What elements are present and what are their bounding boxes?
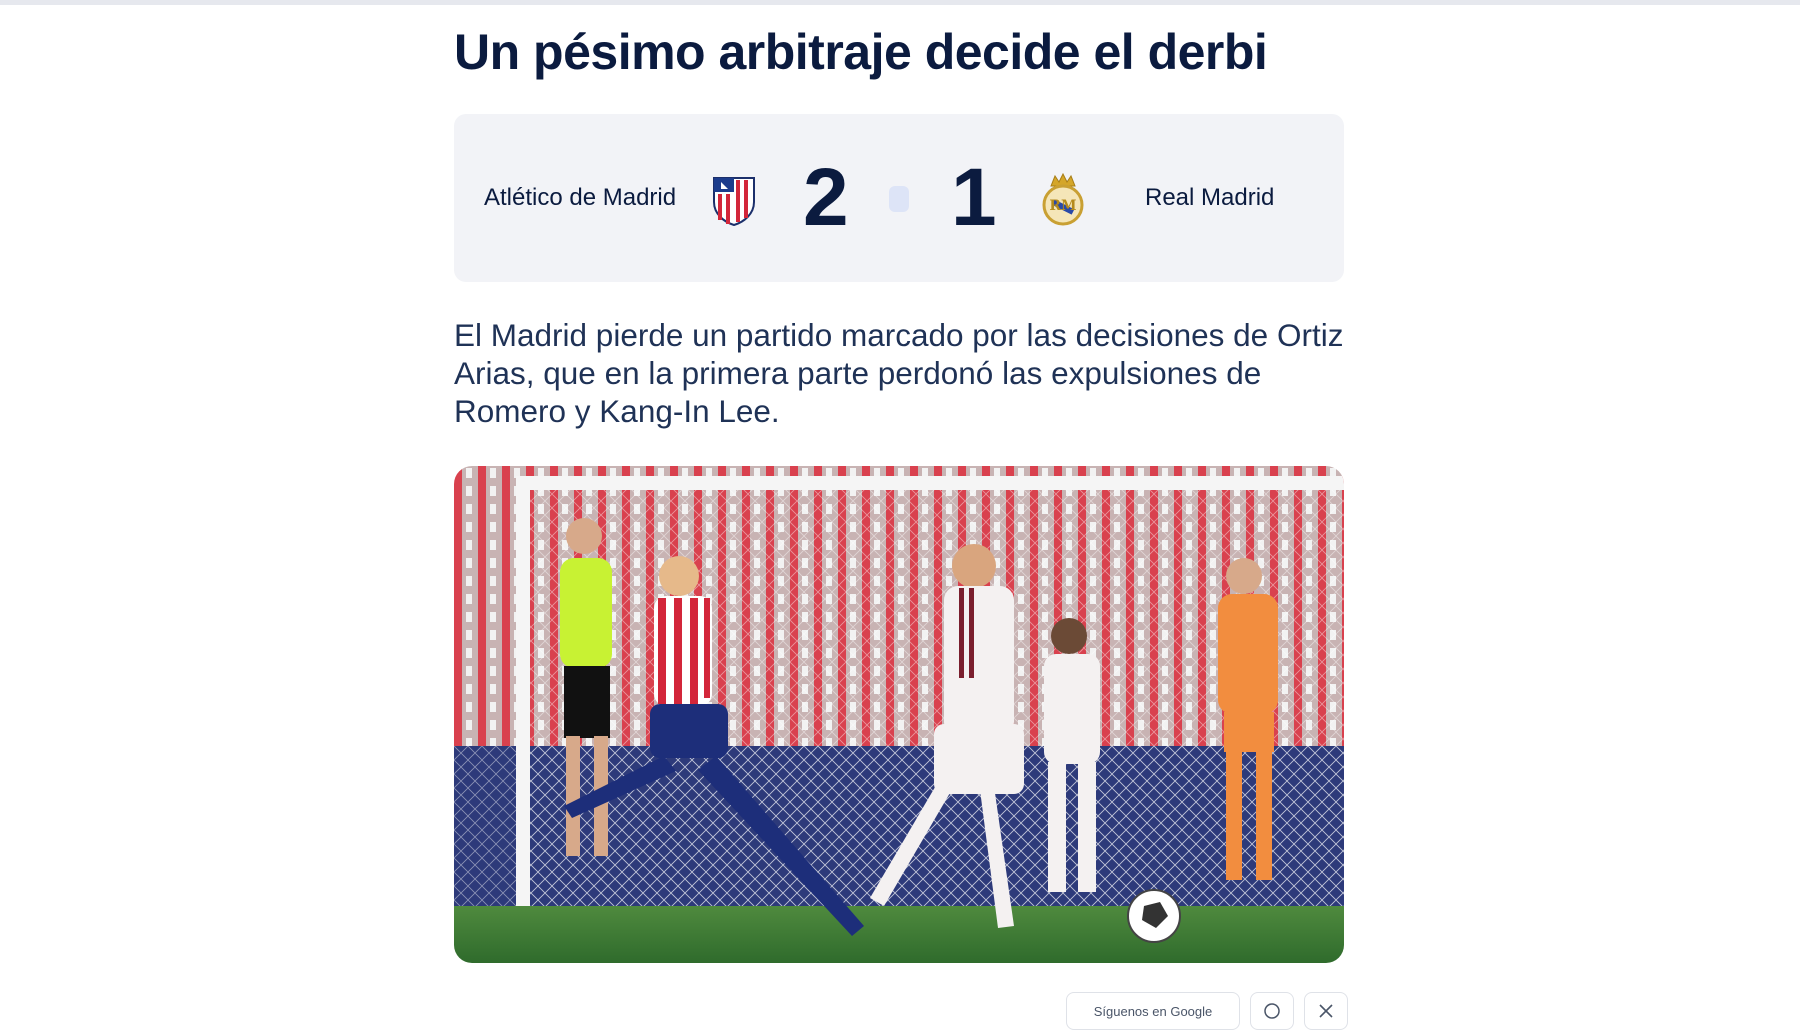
svg-text:RM: RM [1049,198,1076,214]
follow-google-button[interactable]: Síguenos en Google [1066,992,1240,1030]
away-score: 1 [951,152,997,243]
away-team-name[interactable]: Real Madrid [1145,114,1274,282]
share-bar: Síguenos en Google [1066,992,1348,1030]
home-score: 2 [803,152,849,243]
atletico-madrid-crest-icon [708,172,760,227]
article-standfirst: El Madrid pierde un partido marcado por … [454,317,1344,429]
whatsapp-icon[interactable] [1250,992,1294,1030]
scoreboard[interactable]: Atlético de Madrid 2 1 RM Real Madrid [454,114,1344,282]
real-madrid-crest-icon: RM [1037,172,1089,226]
article-headline: Un pésimo arbitraje decide el derbi [454,24,1268,80]
home-team-name[interactable]: Atlético de Madrid [484,114,676,282]
top-divider [0,0,1800,5]
x-icon[interactable] [1304,992,1348,1030]
article-photo [454,466,1344,963]
score-separator [889,186,909,212]
